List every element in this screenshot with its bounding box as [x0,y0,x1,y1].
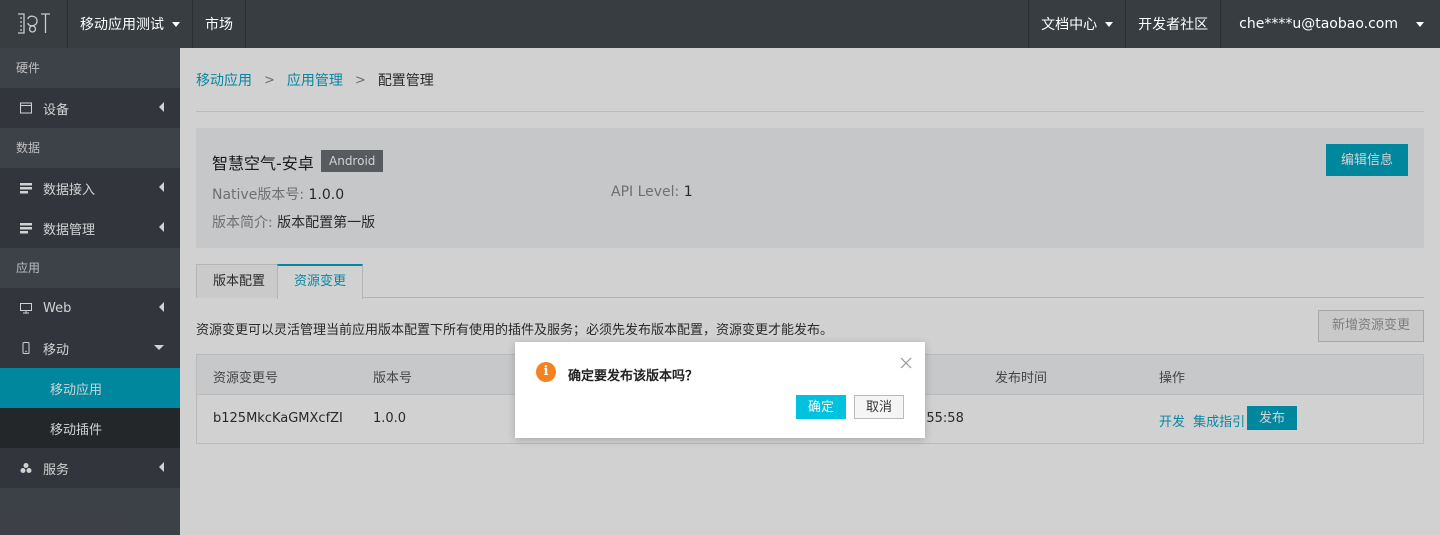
community-label: 开发者社区 [1138,17,1209,33]
cancel-button[interactable]: 取消 [854,395,904,419]
market-label: 市场 [205,17,233,33]
project-label: 移动应用测试 [80,17,164,33]
modal-overlay-sidebar [0,48,180,535]
top-navbar: 移动应用测试 市场 文档中心 开发者社区 che****u@taobao.com [0,0,1440,48]
user-menu[interactable]: che****u@taobao.com [1221,0,1440,48]
logo[interactable] [0,0,68,48]
close-icon[interactable] [899,356,913,370]
confirm-button[interactable]: 确定 [796,395,846,419]
docs-menu[interactable]: 文档中心 [1028,0,1127,48]
warning-icon: i [536,362,556,382]
market-link[interactable]: 市场 [193,0,246,48]
user-label: che****u@taobao.com [1239,16,1398,32]
dialog-message: 确定要发布该版本吗？ [568,369,699,384]
caret-down-icon [172,21,180,27]
caret-down-icon [1416,21,1424,27]
iot-logo-icon [17,13,50,34]
caret-down-icon [1105,21,1114,27]
community-link[interactable]: 开发者社区 [1126,0,1222,48]
confirm-dialog: i 确定要发布该版本吗？ 确定 取消 [515,342,925,438]
docs-label: 文档中心 [1041,17,1098,33]
project-selector[interactable]: 移动应用测试 [68,0,193,48]
modal-overlay [180,48,1440,535]
